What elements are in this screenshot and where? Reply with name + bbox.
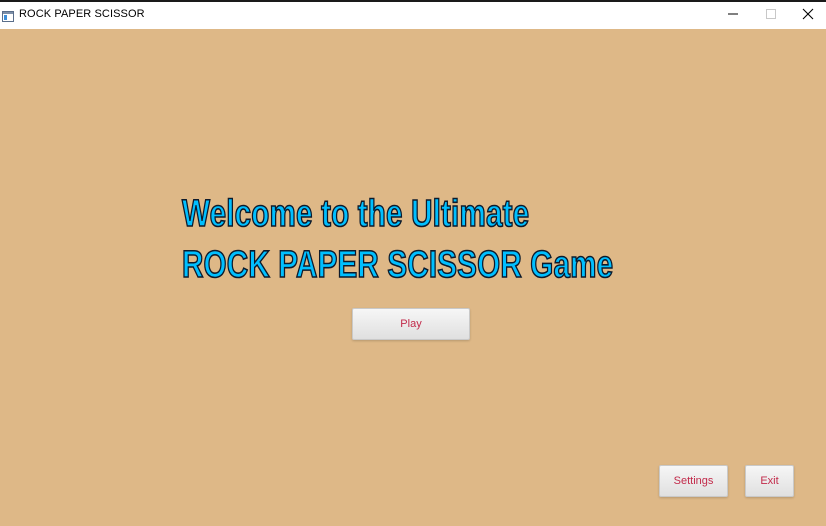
welcome-heading-line1: Welcome to the Ultimate	[181, 193, 530, 235]
maximize-button[interactable]	[752, 2, 790, 29]
close-button[interactable]	[789, 2, 826, 29]
title-bar[interactable]: ROCK PAPER SCISSOR	[0, 2, 826, 29]
main-panel: Welcome to the Ultimate ROCK PAPER SCISS…	[0, 29, 826, 526]
app-window: ROCK PAPER SCISSOR Welcome to the Ultima…	[0, 0, 826, 526]
maximize-icon	[765, 7, 777, 25]
minimize-icon	[727, 7, 739, 25]
exit-button[interactable]: Exit	[745, 465, 794, 497]
welcome-heading-line2: ROCK PAPER SCISSOR Game	[181, 244, 614, 286]
app-window-icon	[2, 9, 14, 22]
settings-button[interactable]: Settings	[659, 465, 728, 497]
close-icon	[802, 7, 814, 25]
play-button[interactable]: Play	[352, 308, 470, 340]
window-title: ROCK PAPER SCISSOR	[19, 8, 145, 20]
minimize-button[interactable]	[714, 2, 752, 29]
